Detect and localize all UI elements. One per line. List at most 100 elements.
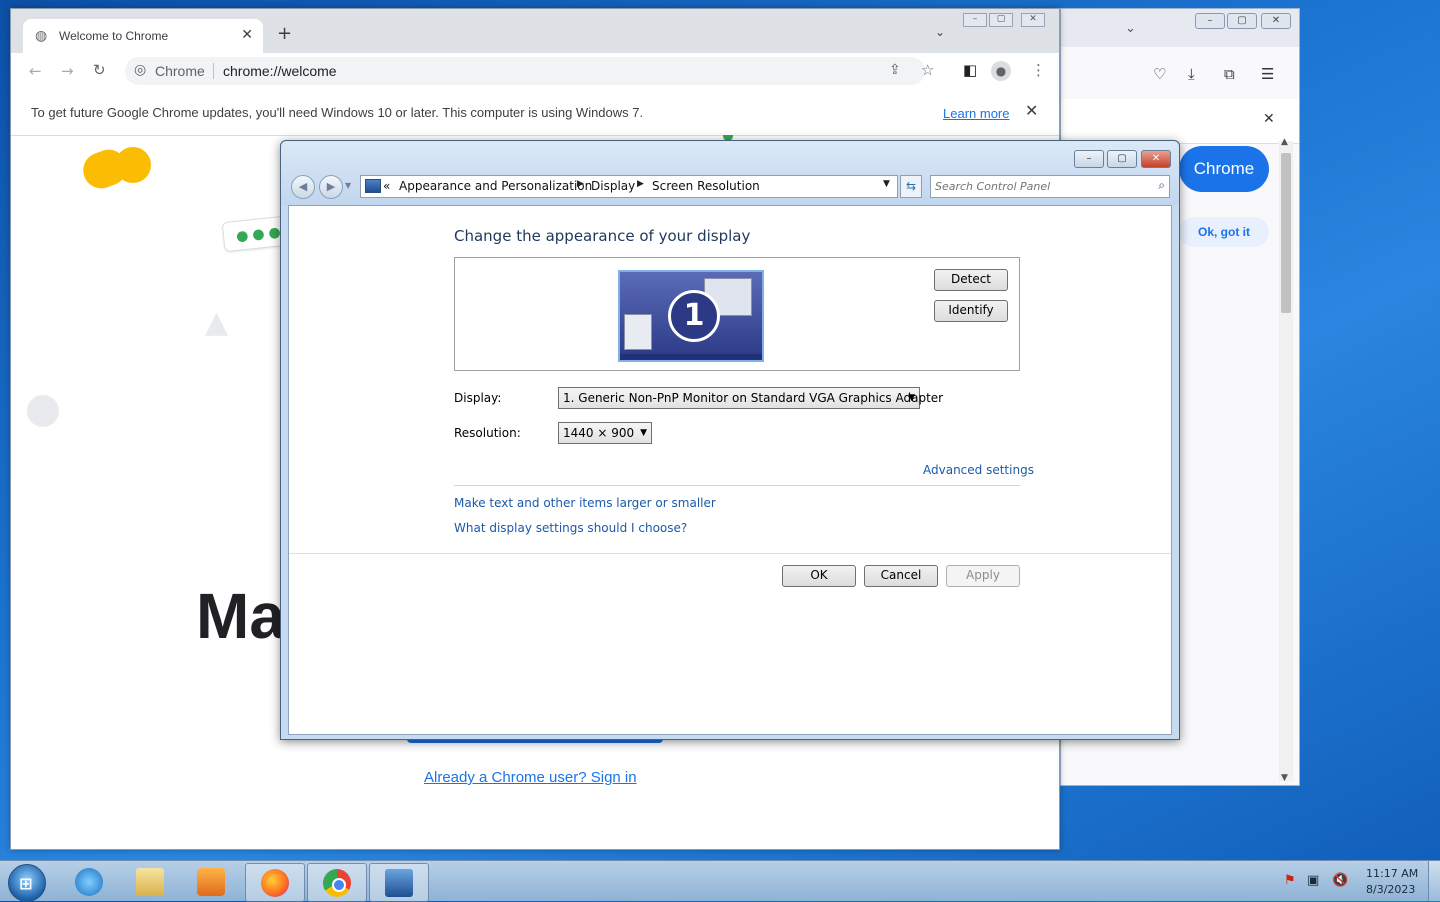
- cp-minimize-button[interactable]: –: [1074, 150, 1104, 168]
- firefox-close-button[interactable]: ✕: [1261, 13, 1291, 29]
- scroll-up-icon[interactable]: ▲: [1281, 137, 1288, 147]
- divider: [454, 485, 1020, 486]
- action-center-flag-icon[interactable]: ⚑: [1284, 873, 1296, 888]
- clock-date[interactable]: 8/3/2023: [1366, 883, 1415, 896]
- url-text[interactable]: chrome://welcome: [223, 63, 337, 79]
- taskbar-internet-explorer[interactable]: [60, 863, 118, 900]
- learn-more-link[interactable]: Learn more: [943, 106, 1009, 121]
- share-icon[interactable]: ⇪: [889, 62, 901, 78]
- infobar-message: To get future Google Chrome updates, you…: [31, 105, 644, 120]
- display-select-value: 1. Generic Non-PnP Monitor on Standard V…: [563, 391, 944, 405]
- ok-button[interactable]: OK: [782, 565, 856, 587]
- chrome-minimize-button[interactable]: –: [963, 13, 987, 27]
- menu-icon[interactable]: ☰: [1261, 65, 1274, 83]
- close-icon[interactable]: ✕: [1263, 111, 1275, 127]
- taskbar-control-panel[interactable]: [369, 863, 429, 902]
- firefox-minimize-button[interactable]: –: [1195, 13, 1225, 29]
- identify-button[interactable]: Identify: [934, 300, 1008, 322]
- scrollbar[interactable]: ▲ ▼: [1279, 137, 1293, 783]
- divider: [289, 553, 1171, 554]
- search-input[interactable]: [935, 178, 1135, 194]
- display-help-link[interactable]: What display settings should I choose?: [454, 521, 687, 535]
- taskbar-chrome[interactable]: [307, 863, 367, 902]
- cp-maximize-button[interactable]: ▢: [1107, 150, 1137, 168]
- detect-button[interactable]: Detect: [934, 269, 1008, 291]
- side-panel-icon[interactable]: ◧: [963, 61, 977, 79]
- recent-pages-icon[interactable]: ▼: [345, 181, 351, 190]
- search-icon[interactable]: ⌕: [1158, 178, 1165, 193]
- chevron-right-icon[interactable]: ▶: [577, 179, 584, 189]
- downloads-icon[interactable]: ⤓: [1188, 65, 1195, 83]
- profile-icon[interactable]: ●: [991, 61, 1011, 81]
- bookmark-star-icon[interactable]: ☆: [921, 61, 934, 79]
- cancel-button[interactable]: Cancel: [864, 565, 938, 587]
- cp-content: Change the appearance of your display 1 …: [288, 205, 1172, 735]
- welcome-heading: Ma: [196, 580, 285, 652]
- firefox-titlebar: ⌄ – ▢ ✕: [1061, 9, 1299, 47]
- chevron-down-icon[interactable]: ▼: [908, 388, 915, 408]
- breadcrumb-overflow[interactable]: «: [383, 179, 390, 193]
- cp-close-button[interactable]: ✕: [1141, 150, 1171, 168]
- yellow-circle-decoration: [115, 147, 151, 183]
- breadcrumb-appearance[interactable]: Appearance and Personalization: [399, 179, 592, 193]
- infobar-close-icon[interactable]: ✕: [1025, 101, 1038, 120]
- internet-explorer-icon: [75, 868, 103, 896]
- advanced-settings-link[interactable]: Advanced settings: [923, 463, 1034, 477]
- scrollbar-thumb[interactable]: [1281, 153, 1291, 313]
- address-bar[interactable]: ◎ Chrome chrome://welcome ⇪: [125, 57, 925, 85]
- chrome-logo-icon: ◎: [134, 62, 147, 78]
- window-thumbnail-icon: [624, 314, 652, 350]
- firefox-notification-bar: ✕: [1061, 99, 1299, 144]
- forward-button[interactable]: ▶: [319, 175, 343, 199]
- chevron-down-icon[interactable]: ▼: [640, 423, 647, 443]
- taskbar-file-explorer[interactable]: [121, 863, 179, 900]
- extensions-icon[interactable]: ⧉: [1224, 65, 1235, 83]
- search-box[interactable]: ⌕: [930, 175, 1170, 198]
- back-button[interactable]: ◀: [291, 175, 315, 199]
- clock-time[interactable]: 11:17 AM: [1366, 867, 1418, 880]
- show-desktop-button[interactable]: [1428, 861, 1440, 901]
- refresh-button[interactable]: ⇆: [900, 175, 922, 198]
- tab-welcome[interactable]: ◍ Welcome to Chrome ✕: [23, 19, 263, 53]
- apply-button[interactable]: Apply: [946, 565, 1020, 587]
- ok-got-it-button[interactable]: Ok, got it: [1179, 217, 1269, 247]
- chrome-button[interactable]: Chrome: [1179, 146, 1269, 192]
- sign-in-link[interactable]: Already a Chrome user? Sign in: [424, 769, 637, 786]
- breadcrumb-display[interactable]: Display: [591, 179, 635, 193]
- chevron-right-icon[interactable]: ▶: [637, 179, 644, 189]
- omnibox-divider: [213, 63, 214, 79]
- tab-search-icon[interactable]: ⌄: [935, 25, 945, 39]
- address-dropdown-icon[interactable]: ▼: [883, 179, 890, 189]
- taskbar-media-player[interactable]: [182, 863, 240, 900]
- pocket-icon[interactable]: ♡: [1153, 65, 1166, 83]
- reload-icon[interactable]: ↻: [93, 61, 106, 79]
- forward-icon[interactable]: →: [61, 62, 74, 80]
- list-all-tabs-icon[interactable]: ⌄: [1125, 21, 1136, 36]
- taskbar-firefox[interactable]: [245, 863, 305, 902]
- monitor-1-icon[interactable]: 1: [618, 270, 764, 362]
- chrome-maximize-button[interactable]: ▢: [989, 13, 1013, 27]
- chrome-close-button[interactable]: ✕: [1021, 13, 1045, 27]
- breadcrumb[interactable]: « Appearance and Personalization ▶ Displ…: [360, 175, 898, 198]
- firefox-maximize-button[interactable]: ▢: [1227, 13, 1257, 29]
- chrome-toolbar: ← → ↻ ◎ Chrome chrome://welcome ⇪ ☆ ◧ ● …: [11, 53, 1059, 92]
- volume-muted-icon[interactable]: 🔇: [1332, 873, 1348, 888]
- media-player-icon: [197, 868, 225, 896]
- start-button[interactable]: ⊞: [8, 864, 46, 902]
- control-panel-icon: [385, 869, 413, 897]
- resolution-select-value: 1440 × 900: [563, 426, 635, 440]
- tab-close-icon[interactable]: ✕: [241, 27, 253, 43]
- breadcrumb-screen-resolution[interactable]: Screen Resolution: [652, 179, 760, 193]
- firefox-icon: [261, 869, 289, 897]
- text-size-link[interactable]: Make text and other items larger or smal…: [454, 496, 716, 510]
- resolution-select[interactable]: 1440 × 900 ▼: [558, 422, 652, 444]
- globe-icon: ◍: [35, 28, 48, 44]
- scroll-down-icon[interactable]: ▼: [1281, 773, 1288, 783]
- new-tab-icon[interactable]: +: [277, 23, 292, 44]
- green-dots-icon: ●●●: [235, 223, 286, 245]
- network-icon[interactable]: ▣: [1307, 873, 1319, 888]
- resolution-label: Resolution:: [454, 426, 521, 440]
- back-icon[interactable]: ←: [29, 62, 42, 80]
- display-select[interactable]: 1. Generic Non-PnP Monitor on Standard V…: [558, 387, 943, 409]
- more-menu-icon[interactable]: ⋮: [1031, 61, 1046, 79]
